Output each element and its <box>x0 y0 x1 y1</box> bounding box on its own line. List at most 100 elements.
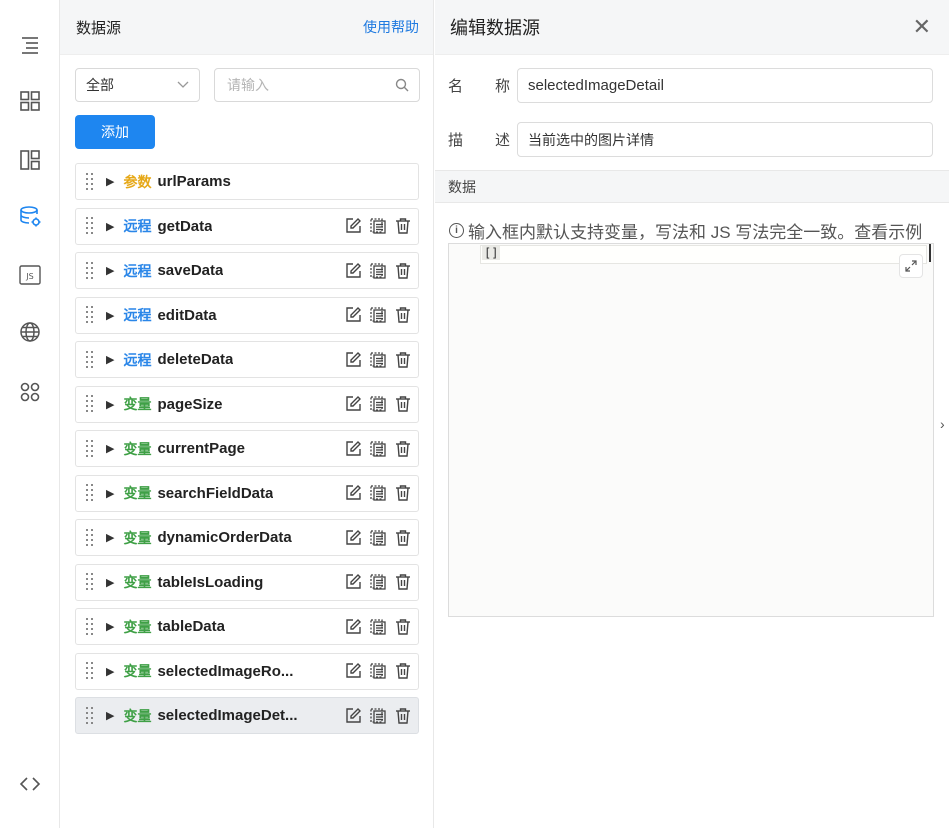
expand-caret-icon[interactable]: ▶ <box>106 442 114 455</box>
trash-icon[interactable] <box>393 261 412 280</box>
copy-icon[interactable] <box>368 306 387 325</box>
datasource-item[interactable]: ▶ 远程 editData <box>75 296 419 334</box>
code-editor[interactable]: [] <box>448 243 934 617</box>
datasource-item[interactable]: ▶ 参数 urlParams <box>75 163 419 200</box>
description-input[interactable]: 当前选中的图片详情 <box>517 122 933 157</box>
edit-icon[interactable] <box>343 217 362 236</box>
trash-icon[interactable] <box>393 573 412 592</box>
trash-icon[interactable] <box>393 217 412 236</box>
drag-handle-icon[interactable] <box>86 395 96 413</box>
layout-icon[interactable] <box>17 147 43 173</box>
js-icon[interactable]: JS <box>17 262 43 288</box>
trash-icon[interactable] <box>393 484 412 503</box>
search-icon[interactable] <box>395 78 409 92</box>
copy-icon[interactable] <box>368 439 387 458</box>
datasource-item[interactable]: ▶ 远程 getData <box>75 207 419 245</box>
apps-icon[interactable] <box>17 379 43 405</box>
copy-icon[interactable] <box>368 217 387 236</box>
components-icon[interactable] <box>17 88 43 114</box>
copy-icon[interactable] <box>368 261 387 280</box>
drag-handle-icon[interactable] <box>86 573 96 591</box>
js-icon-label: JS <box>25 272 33 281</box>
edit-icon[interactable] <box>343 528 362 547</box>
copy-icon[interactable] <box>368 573 387 592</box>
expand-button[interactable] <box>899 254 923 278</box>
help-link[interactable]: 使用帮助 <box>363 17 419 37</box>
editor-scrollbar[interactable] <box>929 244 931 262</box>
drag-handle-icon[interactable] <box>86 217 96 235</box>
expand-caret-icon[interactable]: ▶ <box>106 309 114 322</box>
outline-icon[interactable] <box>17 32 43 58</box>
drag-handle-icon[interactable] <box>86 439 96 458</box>
datasource-actions <box>343 395 412 414</box>
drag-handle-icon[interactable] <box>86 617 96 636</box>
datasource-item[interactable]: ▶ 变量 tableData <box>75 608 419 645</box>
datasource-item[interactable]: ▶ 远程 saveData <box>75 252 419 289</box>
datasource-item[interactable]: ▶ 变量 pageSize <box>75 385 419 423</box>
code-icon[interactable] <box>17 771 43 797</box>
edit-icon[interactable] <box>343 350 362 369</box>
search-box[interactable] <box>214 68 420 102</box>
trash-icon[interactable] <box>393 706 412 725</box>
editor-hint: i 输入框内默认支持变量，写法和 JS 写法完全一致。 查看示例 <box>449 218 922 243</box>
edit-icon[interactable] <box>343 261 362 280</box>
expand-caret-icon[interactable]: ▶ <box>106 175 114 188</box>
add-button[interactable]: 添加 <box>75 115 155 149</box>
expand-caret-icon[interactable]: ▶ <box>106 620 114 633</box>
drag-handle-icon[interactable] <box>86 662 96 680</box>
edit-icon[interactable] <box>343 573 362 592</box>
copy-icon[interactable] <box>368 350 387 369</box>
trash-icon[interactable] <box>393 617 412 636</box>
type-filter-select[interactable]: 全部 <box>75 68 200 102</box>
copy-icon[interactable] <box>368 484 387 503</box>
edit-icon[interactable] <box>343 395 362 414</box>
datasource-item[interactable]: ▶ 变量 searchFieldData <box>75 474 419 512</box>
drag-handle-icon[interactable] <box>86 350 96 369</box>
copy-icon[interactable] <box>368 662 387 681</box>
expand-caret-icon[interactable]: ▶ <box>106 665 114 678</box>
edit-icon[interactable] <box>343 484 362 503</box>
drag-handle-icon[interactable] <box>86 261 96 280</box>
expand-caret-icon[interactable]: ▶ <box>106 709 114 722</box>
copy-icon[interactable] <box>368 528 387 547</box>
datasource-item[interactable]: ▶ 远程 deleteData <box>75 341 419 378</box>
search-input[interactable] <box>225 76 375 94</box>
edit-icon[interactable] <box>343 706 362 725</box>
expand-caret-icon[interactable]: ▶ <box>106 264 114 277</box>
drag-handle-icon[interactable] <box>86 528 96 547</box>
trash-icon[interactable] <box>393 528 412 547</box>
trash-icon[interactable] <box>393 662 412 681</box>
datasource-item[interactable]: ▶ 变量 tableIsLoading <box>75 563 419 601</box>
chevron-right-icon[interactable]: › <box>940 416 945 432</box>
drag-handle-icon[interactable] <box>86 172 96 191</box>
copy-icon[interactable] <box>368 395 387 414</box>
copy-icon[interactable] <box>368 617 387 636</box>
expand-caret-icon[interactable]: ▶ <box>106 487 114 500</box>
drag-handle-icon[interactable] <box>86 706 96 725</box>
trash-icon[interactable] <box>393 395 412 414</box>
trash-icon[interactable] <box>393 439 412 458</box>
expand-caret-icon[interactable]: ▶ <box>106 531 114 544</box>
trash-icon[interactable] <box>393 350 412 369</box>
edit-icon[interactable] <box>343 617 362 636</box>
expand-caret-icon[interactable]: ▶ <box>106 220 114 233</box>
view-example-link[interactable]: 查看示例 <box>854 218 922 243</box>
datasource-item[interactable]: ▶ 变量 selectedImageRo... <box>75 652 419 690</box>
edit-icon[interactable] <box>343 662 362 681</box>
edit-icon[interactable] <box>343 439 362 458</box>
datasource-item[interactable]: ▶ 变量 selectedImageDet... <box>75 697 419 734</box>
edit-icon[interactable] <box>343 306 362 325</box>
drag-handle-icon[interactable] <box>86 484 96 502</box>
copy-icon[interactable] <box>368 706 387 725</box>
datasource-icon[interactable] <box>17 204 43 230</box>
globe-icon[interactable] <box>17 319 43 345</box>
expand-caret-icon[interactable]: ▶ <box>106 398 114 411</box>
trash-icon[interactable] <box>393 306 412 325</box>
datasource-item[interactable]: ▶ 变量 dynamicOrderData <box>75 519 419 556</box>
datasource-item[interactable]: ▶ 变量 currentPage <box>75 430 419 467</box>
close-icon[interactable]: ✕ <box>913 16 931 38</box>
expand-caret-icon[interactable]: ▶ <box>106 576 114 589</box>
expand-caret-icon[interactable]: ▶ <box>106 353 114 366</box>
name-input[interactable]: selectedImageDetail <box>517 68 933 103</box>
drag-handle-icon[interactable] <box>86 306 96 324</box>
